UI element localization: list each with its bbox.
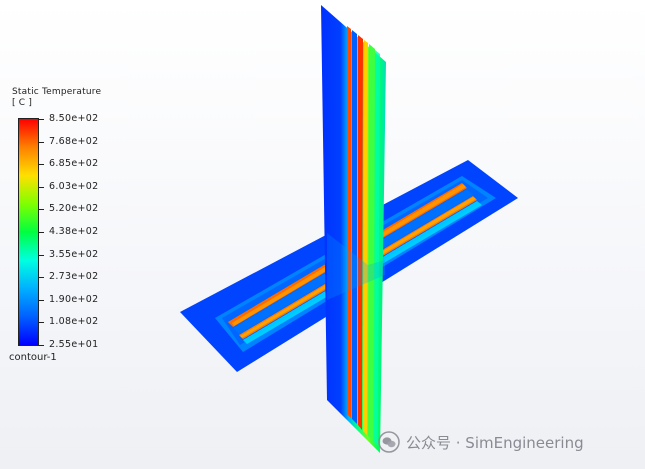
- colorbar-tick: [38, 254, 44, 256]
- colorbar-tick: [38, 141, 44, 143]
- colorbar-tick: [38, 232, 44, 233]
- contour-name: contour-1: [9, 352, 57, 363]
- colorbar-tick: [38, 277, 44, 279]
- colorbar-tick: [38, 209, 44, 211]
- colorbar-tick-label: 5.20e+02: [49, 203, 99, 215]
- colorbar-tick-label: 6.03e+02: [49, 180, 99, 192]
- vertical-plate-contour: [321, 5, 386, 453]
- colorbar-tick: [38, 299, 44, 301]
- watermark-label: 公众号 · SimEngineering: [406, 433, 584, 452]
- colorbar-tick-label: 3.55e+02: [49, 248, 99, 260]
- legend-title: Static Temperature: [12, 87, 102, 97]
- colorbar-tick-label: 2.73e+02: [49, 271, 99, 283]
- colorbar-tick-label: 7.68e+02: [49, 135, 99, 147]
- colorbar: [18, 118, 39, 346]
- colorbar-tick: [38, 345, 44, 346]
- colorbar-tick: [38, 322, 44, 324]
- colorbar-tick: [38, 186, 44, 188]
- colorbar-tick-label: 1.90e+02: [49, 293, 99, 305]
- colorbar-tick-label: 1.08e+02: [49, 316, 99, 328]
- colorbar-tick-label: 6.85e+02: [49, 158, 99, 170]
- watermark: 公众号 · SimEngineering: [378, 431, 584, 453]
- legend-unit: [ C ]: [12, 98, 33, 108]
- wechat-icon: [378, 431, 400, 453]
- colorbar-tick: [38, 119, 44, 120]
- colorbar-tick-label: 2.55e+01: [49, 339, 99, 350]
- colorbar-tick: [38, 164, 44, 166]
- colorbar-tick-label: 8.50e+02: [49, 113, 99, 124]
- colorbar-tick-label: 4.38e+02: [49, 226, 99, 237]
